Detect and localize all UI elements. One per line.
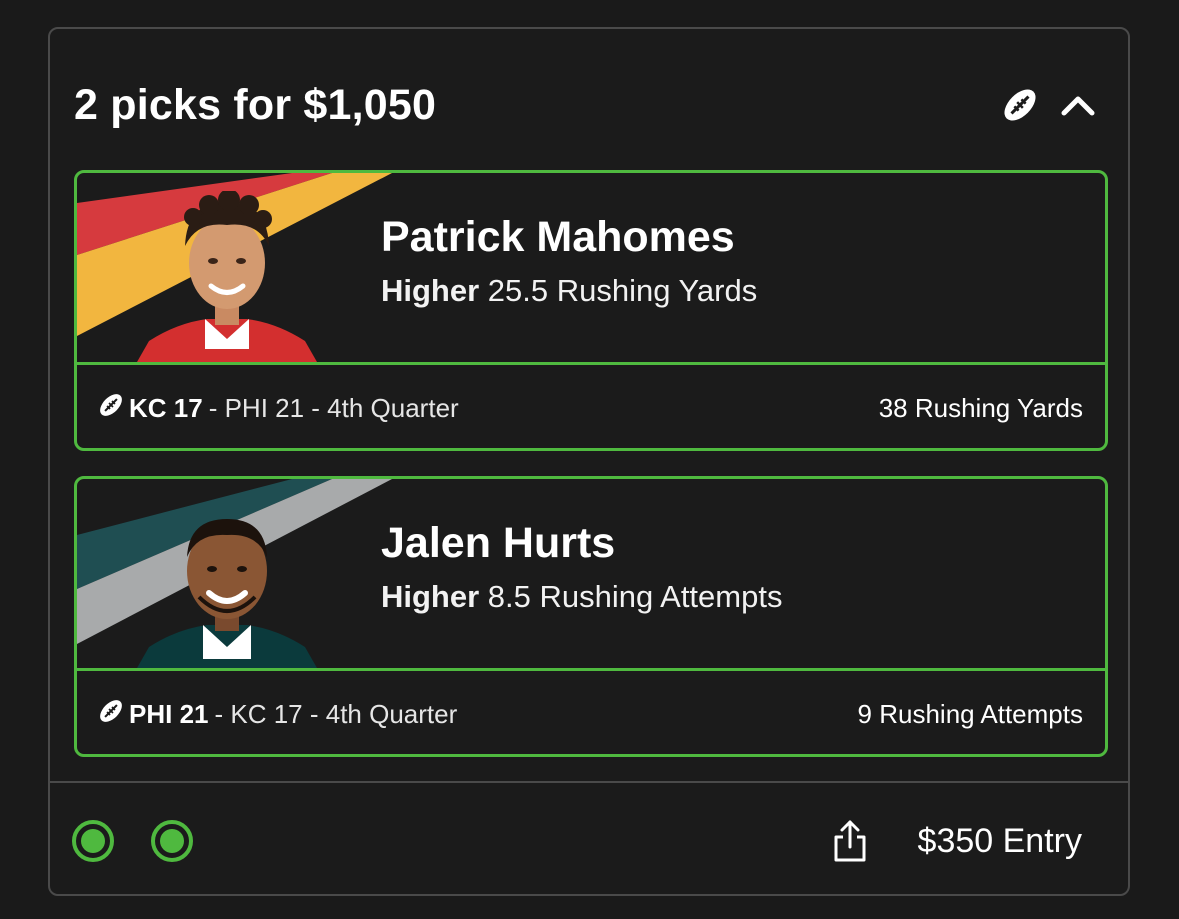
lineup-footer: $350 Entry (72, 811, 1082, 871)
player-headshot (137, 519, 317, 668)
pick-line-value: 8.5 Rushing Attempts (479, 579, 783, 614)
pick-status-bar: PHI 21 - KC 17 - 4th Quarter 9 Rushing A… (77, 671, 1105, 754)
player-name: Jalen Hurts (381, 519, 616, 567)
player-headshot (137, 191, 317, 362)
pick-summary: Jalen Hurts Higher 8.5 Rushing Attempts (77, 479, 1105, 671)
pick-line-value: 25.5 Rushing Yards (479, 273, 758, 308)
stat-result: 9 Rushing Attempts (857, 698, 1083, 729)
pick-result-win-indicator (72, 820, 114, 862)
football-icon (1000, 85, 1040, 125)
lineup-title: 2 picks for $1,050 (74, 80, 437, 129)
pick-result-win-indicator (151, 820, 193, 862)
pick-direction: Higher (381, 273, 480, 308)
pick-card[interactable]: Jalen Hurts Higher 8.5 Rushing Attempts (74, 476, 1108, 757)
header-icons (1000, 85, 1098, 125)
pick-summary: Patrick Mahomes Higher 25.5 Rushing Yard… (77, 173, 1105, 365)
pick-info: Patrick Mahomes Higher 25.5 Rushing Yard… (381, 211, 757, 313)
footer-actions: $350 Entry (832, 819, 1082, 863)
pick-info: Jalen Hurts Higher 8.5 Rushing Attempts (381, 517, 782, 619)
player-name: Patrick Mahomes (381, 213, 735, 261)
lineup-card: 2 picks for $1,050 Patrick Mahomes Highe… (48, 27, 1130, 896)
footer-divider (50, 781, 1128, 783)
pick-card[interactable]: Patrick Mahomes Higher 25.5 Rushing Yard… (74, 170, 1108, 451)
game-details: - PHI 21 - 4th Quarter (208, 392, 459, 423)
share-icon[interactable] (832, 819, 868, 863)
stat-result: 38 Rushing Yards (878, 392, 1083, 423)
team-score: KC 17 (129, 392, 203, 423)
football-icon (97, 391, 125, 426)
entry-amount: $350 Entry (917, 821, 1082, 860)
pick-line: Higher 25.5 Rushing Yards (381, 269, 757, 313)
chevron-up-icon[interactable] (1058, 85, 1098, 125)
game-details: - KC 17 - 4th Quarter (214, 698, 458, 729)
game-status: KC 17 - PHI 21 - 4th Quarter (97, 391, 459, 426)
football-icon (97, 697, 125, 732)
pick-direction: Higher (381, 579, 480, 614)
pick-line: Higher 8.5 Rushing Attempts (381, 575, 782, 619)
pick-status-bar: KC 17 - PHI 21 - 4th Quarter 38 Rushing … (77, 365, 1105, 448)
lineup-header: 2 picks for $1,050 (74, 75, 1098, 135)
game-status: PHI 21 - KC 17 - 4th Quarter (97, 697, 457, 732)
pick-results (72, 820, 193, 862)
team-score: PHI 21 (129, 698, 209, 729)
